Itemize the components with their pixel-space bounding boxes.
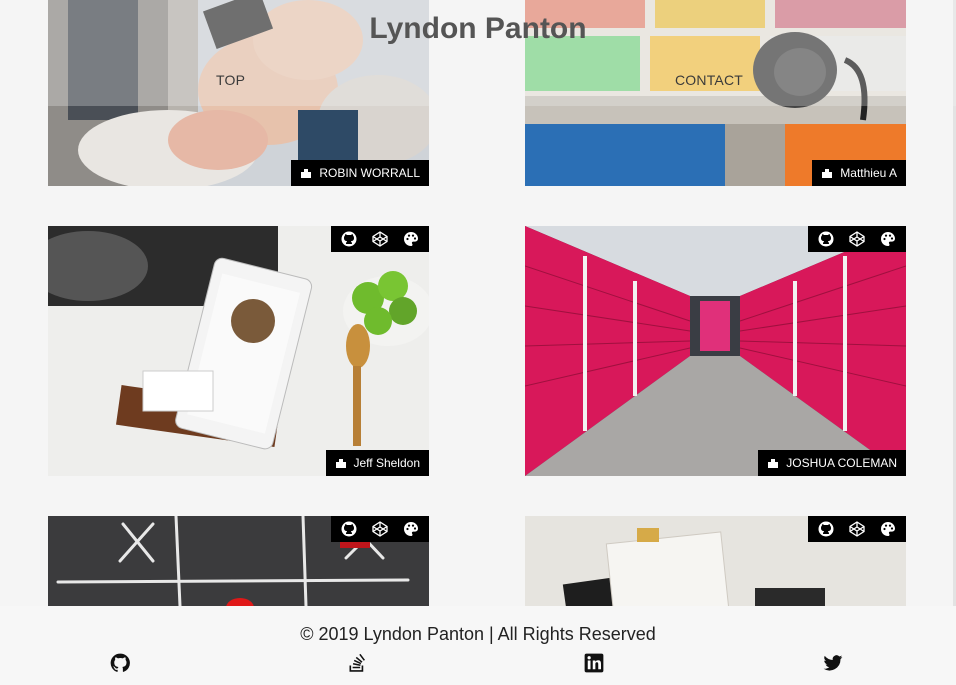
portfolio-card-6[interactable] <box>525 516 906 606</box>
card-photo <box>525 226 906 476</box>
github-icon[interactable] <box>341 231 357 247</box>
codepen-icon[interactable] <box>849 231 865 247</box>
project-links <box>808 516 906 542</box>
project-links <box>808 226 906 252</box>
photo-credit[interactable]: ROBIN WORRALL <box>291 160 429 186</box>
camera-icon <box>822 169 833 178</box>
codepen-icon[interactable] <box>372 521 388 537</box>
palette-icon[interactable] <box>403 521 419 537</box>
github-icon[interactable] <box>110 653 130 673</box>
camera-icon <box>301 169 312 178</box>
photo-credit-name: Matthieu A <box>840 166 897 180</box>
site-header: Lyndon Panton TOP CONTACT <box>0 0 956 106</box>
github-icon[interactable] <box>818 231 834 247</box>
photo-credit[interactable]: Matthieu A <box>812 160 906 186</box>
palette-icon[interactable] <box>880 231 896 247</box>
site-footer: © 2019 Lyndon Panton | All Rights Reserv… <box>0 606 956 685</box>
github-icon[interactable] <box>818 521 834 537</box>
project-links <box>331 226 429 252</box>
project-links <box>331 516 429 542</box>
photo-credit-name: ROBIN WORRALL <box>319 166 420 180</box>
palette-icon[interactable] <box>403 231 419 247</box>
nav-contact-link[interactable]: CONTACT <box>675 72 743 88</box>
portfolio-card-4[interactable]: JOSHUA COLEMAN <box>525 226 906 476</box>
portfolio-card-3[interactable]: Jeff Sheldon <box>48 226 429 476</box>
photo-credit-name: Jeff Sheldon <box>353 456 421 470</box>
palette-icon[interactable] <box>880 521 896 537</box>
photo-credit-name: JOSHUA COLEMAN <box>786 456 897 470</box>
photo-credit[interactable]: JOSHUA COLEMAN <box>758 450 906 476</box>
stackoverflow-icon[interactable] <box>347 653 367 673</box>
nav-top-link[interactable]: TOP <box>216 72 245 88</box>
card-photo <box>48 226 429 476</box>
camera-icon <box>768 459 779 468</box>
copyright-text: © 2019 Lyndon Panton | All Rights Reserv… <box>300 624 656 644</box>
camera-icon <box>335 459 346 468</box>
codepen-icon[interactable] <box>372 231 388 247</box>
github-icon[interactable] <box>341 521 357 537</box>
codepen-icon[interactable] <box>849 521 865 537</box>
twitter-icon[interactable] <box>823 653 843 673</box>
photo-credit[interactable]: Jeff Sheldon <box>325 450 429 476</box>
portfolio-card-5[interactable] <box>48 516 429 606</box>
linkedin-icon[interactable] <box>584 653 604 673</box>
site-title: Lyndon Panton <box>369 12 587 45</box>
